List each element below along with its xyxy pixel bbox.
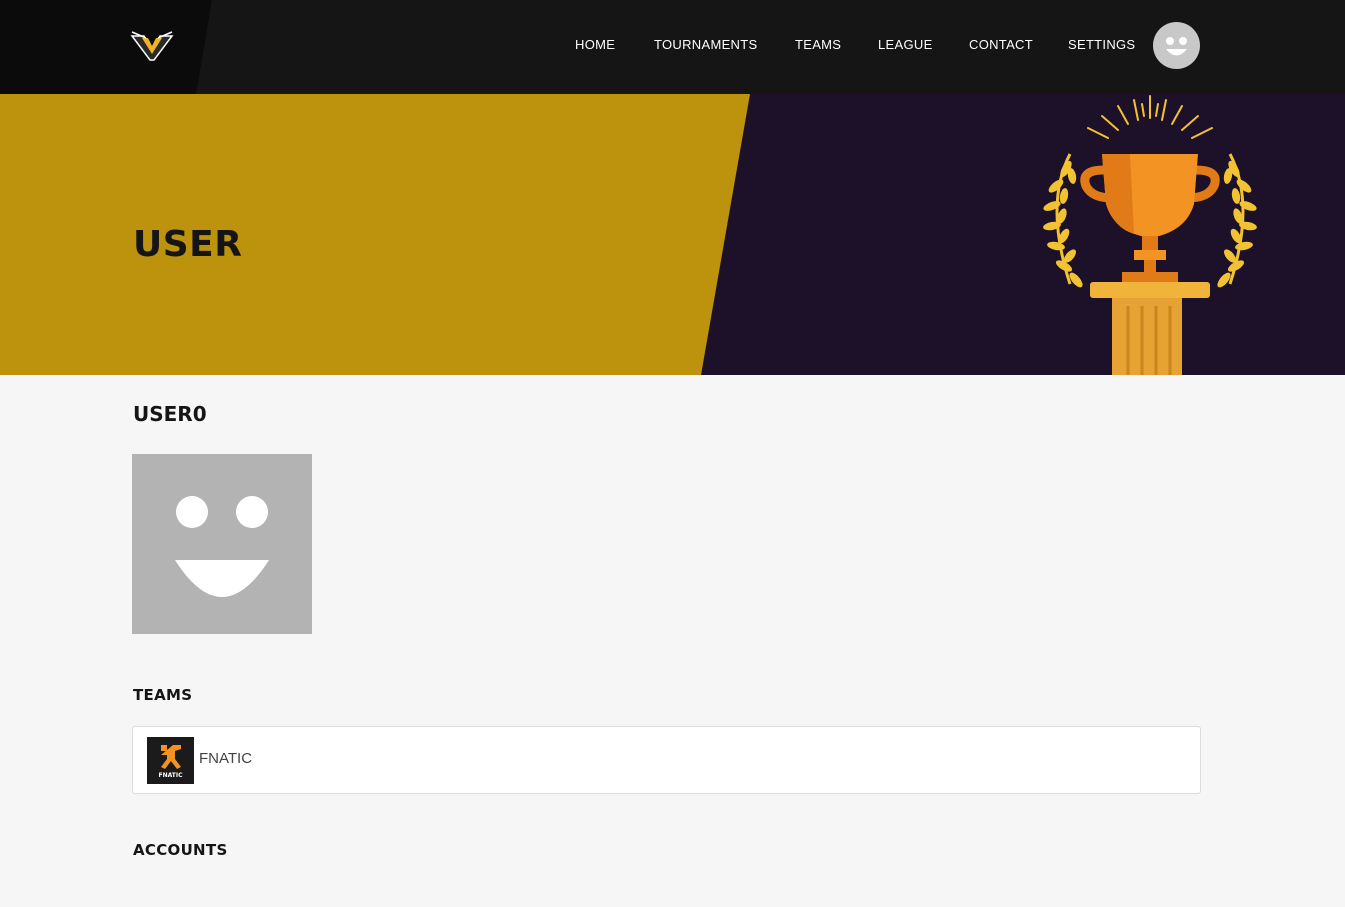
profile-picture	[132, 454, 312, 634]
nav-home[interactable]: HOME	[575, 37, 615, 52]
accounts-heading: ACCOUNTS	[133, 841, 228, 859]
trophy-illustration	[1043, 95, 1257, 375]
teams-heading: TEAMS	[133, 686, 193, 704]
team-logo-text: FNATIC	[158, 772, 183, 779]
main-nav: HOME TOURNAMENTS TEAMS LEAGUE CONTACT SE…	[0, 0, 1345, 94]
team-name: FNATIC	[199, 750, 253, 767]
navbar: HOME TOURNAMENTS TEAMS LEAGUE CONTACT SE…	[0, 0, 1345, 94]
user-avatar-button[interactable]	[1153, 22, 1200, 69]
page-title: USER	[133, 224, 243, 265]
nav-league[interactable]: LEAGUE	[878, 37, 933, 52]
nav-settings[interactable]: SETTINGS	[1068, 37, 1135, 52]
fnatic-logo-icon: FNATIC	[147, 737, 194, 784]
nav-tournaments[interactable]: TOURNAMENTS	[654, 37, 757, 52]
smiley-avatar-icon	[1166, 37, 1187, 56]
nav-contact[interactable]: CONTACT	[969, 37, 1033, 52]
username-heading: USER0	[133, 402, 207, 426]
nav-teams[interactable]: TEAMS	[795, 37, 841, 52]
smiley-avatar-icon	[175, 496, 269, 597]
team-list-item[interactable]: FNATIC FNATIC	[132, 726, 1201, 794]
hero-banner: USER	[0, 94, 1345, 375]
